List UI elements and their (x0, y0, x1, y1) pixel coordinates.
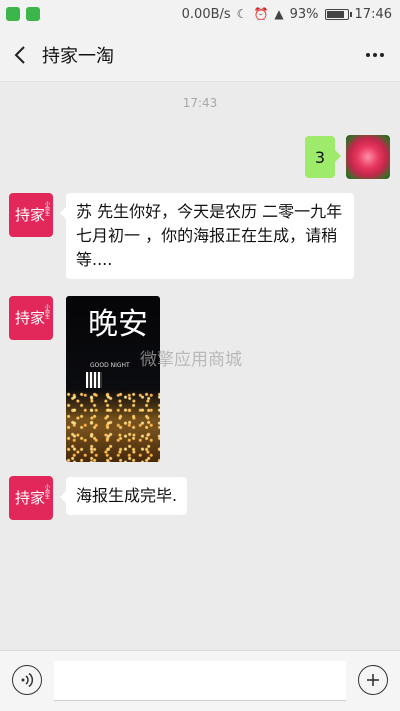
notification-icons (6, 7, 40, 21)
status-indicators: 0.00B/s ☾ ⏰ ▲ 93% 17:46 (182, 7, 392, 22)
brand-avatar-small: 小俞生 (44, 484, 50, 499)
input-bar (0, 650, 400, 711)
user-avatar[interactable] (346, 135, 390, 179)
plus-button[interactable] (358, 665, 388, 695)
poster-title: 晚安 (88, 307, 148, 342)
brand-avatar-small: 小俞生 (44, 201, 50, 216)
brand-avatar[interactable]: 持家 小俞生 (9, 193, 53, 237)
message-timestamp: 17:43 (182, 96, 218, 110)
greeting-message-text: 苏 先生你好，今天是农历 二零一九年七月初一 ，你的海报正在生成，请稍等.... (76, 202, 343, 269)
done-message-text: 海报生成完毕. (76, 486, 178, 505)
clock: 17:46 (354, 6, 392, 22)
received-message-bubble[interactable]: 海报生成完毕. (59, 477, 188, 515)
brand-avatar-text: 持家 (15, 488, 46, 507)
more-dots-icon (366, 52, 370, 57)
watermark: 微擎应用商城 (140, 350, 242, 370)
poster-image[interactable]: 晚安 GOOD NIGHT (66, 296, 160, 462)
signal-icon: ▲ (274, 7, 284, 21)
voice-button[interactable] (12, 665, 42, 695)
back-button[interactable] (0, 28, 40, 82)
message-input[interactable] (54, 661, 346, 701)
plus-icon (367, 674, 379, 686)
battery-percent: 93% (289, 6, 319, 22)
sent-message-text: 3 (314, 147, 326, 167)
battery-icon (324, 8, 352, 20)
wechat-app-icon (26, 7, 40, 21)
more-button[interactable] (350, 28, 400, 82)
brand-avatar-text: 持家 (15, 308, 46, 327)
sent-message-bubble[interactable]: 3 (305, 136, 341, 178)
status-bar: 0.00B/s ☾ ⏰ ▲ 93% 17:46 (0, 0, 400, 28)
poster-qr-code (86, 372, 102, 388)
brand-avatar[interactable]: 持家 小俞生 (9, 476, 53, 520)
network-speed: 0.00B/s (181, 6, 231, 22)
brand-avatar[interactable]: 持家 小俞生 (9, 296, 53, 340)
received-message-bubble[interactable]: 苏 先生你好，今天是农历 二零一九年七月初一 ，你的海报正在生成，请稍等.... (60, 193, 354, 279)
city-lights-image (66, 390, 160, 462)
alarm-icon: ⏰ (253, 7, 269, 21)
chat-title: 持家一淘 (42, 45, 114, 67)
moon-icon: ☾ (236, 7, 248, 21)
chat-header: 持家一淘 (0, 28, 400, 82)
chevron-left-icon (14, 45, 25, 64)
brand-avatar-small: 小俞生 (44, 304, 50, 319)
poster-subtitle: GOOD NIGHT (90, 362, 130, 369)
brand-avatar-text: 持家 (15, 205, 46, 224)
voice-icon (21, 672, 34, 688)
phone-app-icon (6, 7, 20, 21)
